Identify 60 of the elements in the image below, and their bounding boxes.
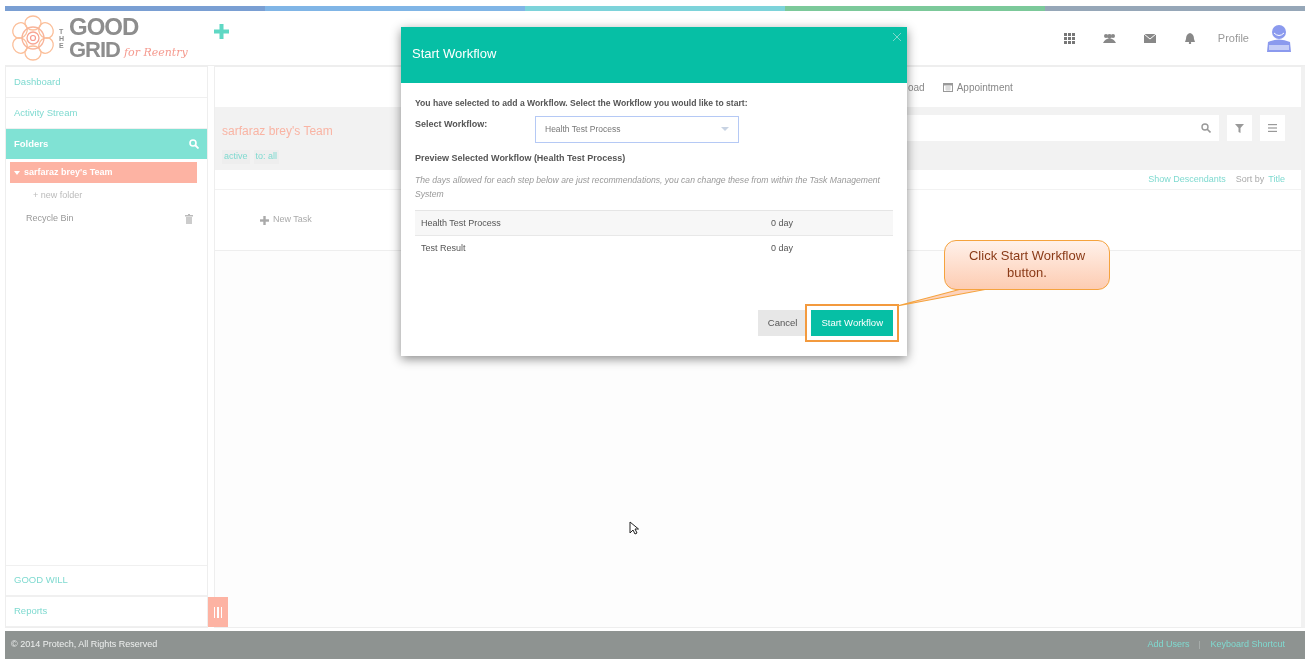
team-title: sarfaraz brey's Team (222, 123, 333, 140)
logo-text: GRID (69, 39, 120, 61)
table-cell-text: Health Test Process (421, 216, 502, 230)
sidebar-item[interactable]: GOOD WILL (6, 565, 207, 596)
search-icon[interactable] (189, 139, 199, 149)
toolbar-link[interactable]: oad (908, 79, 925, 95)
toolbar-link[interactable]: Appointment (942, 79, 1013, 95)
modal-title: Start Workflow (412, 46, 497, 61)
filter-tag[interactable]: active (222, 150, 250, 164)
close-icon[interactable] (893, 33, 901, 41)
caret-down-icon (721, 126, 729, 132)
folder-label: sarfaraz brey's Team (24, 165, 113, 179)
trash-icon[interactable] (185, 214, 193, 224)
preview-title: Preview Selected Workflow (Health Test Process) (415, 151, 627, 165)
menu-icon (1268, 124, 1277, 132)
flower-logo-icon (10, 14, 56, 62)
profile-link[interactable]: Profile (1217, 29, 1249, 47)
table-cell: 0 day (771, 242, 794, 256)
new-folder-link[interactable]: + new folder (10, 183, 197, 209)
people-icon[interactable] (1103, 32, 1117, 44)
workflow-select[interactable]: Health Test Process (535, 115, 739, 143)
plus-icon[interactable] (213, 23, 229, 39)
callout-text: Click Start Workflow button. (944, 240, 1110, 290)
grid-icon[interactable] (1064, 32, 1076, 44)
copyright-text: © 2014 Protech, All Rights Reserved (11, 638, 158, 652)
envelope-icon[interactable] (1143, 33, 1156, 43)
table-cell-text: Test Result (421, 242, 467, 256)
show-descendants-link[interactable]: Show Descendants (1148, 172, 1226, 187)
plus-icon (260, 215, 269, 225)
sidebar-item[interactable]: Reports (6, 596, 207, 627)
footer-link[interactable]: Add Users (1147, 638, 1190, 652)
cancel-button[interactable]: Cancel (757, 310, 808, 336)
sort-link[interactable]: Title (1268, 172, 1285, 187)
caret-down-icon[interactable] (14, 169, 20, 176)
intro-text: You have selected to add a Workflow. Select the Workflow you would like to start: (415, 97, 749, 110)
select-label: Select Workflow: (415, 117, 489, 131)
logo-tagline: for Reentry (124, 44, 188, 61)
folders-title: Folders (14, 136, 49, 151)
calendar-icon (942, 82, 953, 92)
search-icon[interactable] (1201, 123, 1211, 133)
avatar-icon[interactable] (1265, 24, 1293, 52)
bell-icon[interactable] (1184, 32, 1195, 44)
new-task-link[interactable]: New Task (260, 213, 312, 227)
menu-button[interactable] (1260, 115, 1285, 141)
logo-text: GOOD (69, 15, 140, 39)
sidebar-item[interactable]: Dashboard (6, 67, 207, 98)
folder-item[interactable]: Recycle Bin (10, 208, 197, 230)
filter-button[interactable] (1227, 115, 1252, 141)
sidebar-toggle[interactable] (208, 597, 228, 627)
filter-tag[interactable]: to: all (253, 150, 280, 164)
folder-item[interactable]: sarfaraz brey's Team (10, 162, 197, 183)
note-text: The days allowed for each step below are just recommendations, you can change these from within the Task Management System (415, 174, 881, 202)
cursor-icon (629, 521, 639, 535)
folder-label: Recycle Bin (26, 212, 74, 226)
table-cell-text: 0 day (771, 216, 794, 230)
filter-icon (1235, 123, 1244, 133)
sort-label: Sort by (1235, 172, 1265, 186)
footer-link[interactable]: Keyboard Shortcut (1210, 638, 1285, 652)
start-workflow-button[interactable]: Start Workflow (811, 310, 893, 336)
search-field[interactable] (907, 115, 1219, 141)
